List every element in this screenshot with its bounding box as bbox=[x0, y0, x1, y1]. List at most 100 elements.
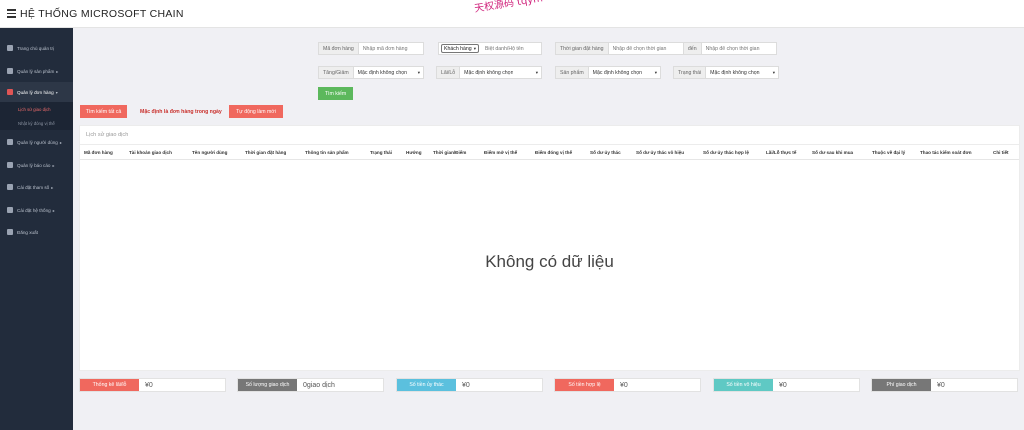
chevron-down-icon: ▾ bbox=[535, 69, 538, 75]
sidebar-item-logout[interactable]: Đăng xuất bbox=[0, 222, 73, 242]
column-header[interactable]: Chi tiết bbox=[993, 145, 1009, 160]
pnl-filter: Lãi/Lỗ Mặc định không chọn ▾ bbox=[436, 66, 542, 79]
product-label: Sản phẩm bbox=[556, 67, 589, 78]
chevron-right-icon: ▸ bbox=[59, 139, 62, 145]
sidebar-item-system-settings[interactable]: Cài đặt hệ thống ▸ bbox=[0, 200, 73, 220]
search-button[interactable]: Tìm kiếm bbox=[318, 87, 353, 100]
customer-filter: Khách hàng ▾ bbox=[438, 42, 542, 55]
column-header[interactable]: Số dư ủy thác hợp lệ bbox=[703, 145, 749, 160]
column-header[interactable]: Lãi/Lỗ thực tế bbox=[766, 145, 796, 160]
time-from-input[interactable] bbox=[608, 43, 683, 54]
stat-label: Phí giao dịch bbox=[872, 379, 931, 391]
sidebar-item-label: Quản lý người dùng bbox=[17, 139, 58, 145]
top-bar: HỆ THỐNG MICROSOFT CHAIN 天权源码 tqym bbox=[0, 0, 1024, 28]
stat-value: ¥0 bbox=[145, 381, 153, 389]
customer-type-value: Khách hàng bbox=[444, 45, 472, 52]
sliders-icon bbox=[7, 184, 13, 190]
chevron-down-icon: ▾ bbox=[417, 69, 420, 75]
stat-valid-amount: Số tiền hợp lệ ¥0 bbox=[554, 378, 701, 392]
stat-value: 0giao dịch bbox=[303, 381, 335, 389]
product-value: Mặc định không chọn bbox=[592, 69, 642, 76]
column-header[interactable]: Thao tác kiểm soát đơn bbox=[920, 145, 972, 160]
dashboard-icon bbox=[7, 45, 13, 51]
stat-label: Số tiền vô hiệu bbox=[714, 379, 773, 391]
stat-profit-loss: Thống kê lãi/lỗ ¥0 bbox=[79, 378, 226, 392]
gear-icon bbox=[7, 207, 13, 213]
order-time-filter: Thời gian đặt hàng đến bbox=[555, 42, 777, 55]
column-header[interactable]: Điểm đóng vị thế bbox=[535, 145, 572, 160]
stat-trade-fee: Phí giao dịch ¥0 bbox=[871, 378, 1018, 392]
pnl-select[interactable]: Mặc định không chọn ▾ bbox=[460, 67, 541, 78]
column-header[interactable]: Thông tin sản phẩm bbox=[305, 145, 349, 160]
product-filter: Sản phẩm Mặc định không chọn ▾ bbox=[555, 66, 661, 79]
order-time-label: Thời gian đặt hàng bbox=[556, 43, 609, 54]
chevron-right-icon: ▸ bbox=[56, 68, 59, 74]
stat-invalid-amount: Số tiền vô hiệu ¥0 bbox=[713, 378, 860, 392]
column-header[interactable]: Mã đơn hàng bbox=[84, 145, 113, 160]
sidebar-subitem-close-log[interactable]: Nhật ký đóng vị thế bbox=[0, 116, 73, 130]
user-icon bbox=[7, 139, 13, 145]
sidebar-item-reports[interactable]: Quản lý báo cáo ▸ bbox=[0, 155, 73, 175]
sidebar-item-products[interactable]: Quản lý sản phẩm ▸ bbox=[0, 61, 73, 81]
status-filter: Trạng thái Mặc định không chọn ▾ bbox=[673, 66, 779, 79]
chart-icon bbox=[7, 162, 13, 168]
chevron-right-icon: ▸ bbox=[51, 184, 54, 190]
chevron-down-icon: ▾ bbox=[654, 69, 657, 75]
chevron-right-icon: ▸ bbox=[52, 207, 55, 213]
order-code-filter: Mã đơn hàng bbox=[318, 42, 424, 55]
sidebar-subitem-trade-history[interactable]: Lịch sử giao dịch bbox=[0, 102, 73, 116]
empty-state-text: Không có dữ liệu bbox=[485, 252, 614, 271]
sidebar-item-label: Cài đặt hệ thống bbox=[17, 207, 51, 213]
direction-value: Mặc định không chọn bbox=[357, 69, 407, 76]
direction-select[interactable]: Mặc định không chọn ▾ bbox=[353, 67, 423, 78]
customer-name-input[interactable] bbox=[480, 43, 541, 54]
stat-label: Số lượng giao dịch bbox=[238, 379, 297, 391]
chevron-down-icon: ▾ bbox=[473, 45, 476, 51]
stat-label: Số tiền ủy thác bbox=[397, 379, 456, 391]
app-title: HỆ THỐNG MICROSOFT CHAIN bbox=[20, 8, 184, 20]
column-header[interactable]: Trạng thái bbox=[370, 145, 392, 160]
stat-value: ¥0 bbox=[620, 381, 628, 389]
pnl-label: Lãi/Lỗ bbox=[437, 67, 461, 78]
sidebar-item-label: Quản lý sản phẩm bbox=[17, 68, 55, 74]
column-header[interactable]: Thời gian đặt hàng bbox=[245, 145, 286, 160]
column-header[interactable]: Tài khoản giao dịch bbox=[129, 145, 172, 160]
logout-icon bbox=[7, 229, 13, 235]
product-select[interactable]: Mặc định không chọn ▾ bbox=[588, 67, 660, 78]
sidebar-item-dashboard[interactable]: Trang chủ quản trị bbox=[0, 38, 73, 58]
sidebar-item-parameters[interactable]: Cài đặt tham số ▸ bbox=[0, 177, 73, 197]
menu-icon[interactable] bbox=[7, 9, 16, 18]
column-header[interactable]: Thời gian/Điểm bbox=[433, 145, 466, 160]
column-header[interactable]: Tên người dùng bbox=[192, 145, 227, 160]
column-header[interactable]: Số dư sau khi mua bbox=[812, 145, 853, 160]
time-to-input[interactable] bbox=[701, 43, 776, 54]
order-code-label: Mã đơn hàng bbox=[319, 43, 359, 54]
chevron-down-icon: ▾ bbox=[55, 89, 58, 95]
table-header: Mã đơn hàng Tài khoản giao dịch Tên ngườ… bbox=[80, 145, 1019, 160]
sidebar-item-orders[interactable]: Quản lý đơn hàng ▾ bbox=[0, 82, 73, 102]
direction-label: Tăng/Giảm bbox=[319, 67, 354, 78]
column-header[interactable]: Hướng bbox=[406, 145, 422, 160]
stat-value: ¥0 bbox=[779, 381, 787, 389]
sidebar-item-label: Trang chủ quản trị bbox=[17, 45, 55, 51]
sidebar-item-label: Đăng xuất bbox=[17, 229, 38, 235]
customer-type-select[interactable]: Khách hàng ▾ bbox=[441, 44, 479, 53]
sidebar-item-users[interactable]: Quản lý người dùng ▸ bbox=[0, 132, 73, 152]
sidebar-item-label: Quản lý báo cáo bbox=[17, 162, 51, 168]
column-header[interactable]: Số dư ủy thác vô hiệu bbox=[636, 145, 684, 160]
auto-refresh-button[interactable]: Tự động làm mới bbox=[229, 105, 283, 118]
stat-trade-count: Số lượng giao dịch 0giao dịch bbox=[237, 378, 384, 392]
search-all-button[interactable]: Tìm kiếm tất cả bbox=[80, 105, 127, 118]
status-select[interactable]: Mặc định không chọn ▾ bbox=[706, 67, 778, 78]
sidebar-item-label: Cài đặt tham số bbox=[17, 184, 50, 190]
sidebar-item-label: Quản lý đơn hàng bbox=[17, 89, 54, 95]
watermark-text: 天权源码 tqym bbox=[473, 0, 544, 15]
status-value: Mặc định không chọn bbox=[710, 69, 760, 76]
column-header[interactable]: Thuộc về đại lý bbox=[872, 145, 905, 160]
sidebar: Trang chủ quản trị Quản lý sản phẩm ▸ Qu… bbox=[0, 28, 73, 430]
column-header[interactable]: Điểm mở vị thế bbox=[484, 145, 517, 160]
column-header[interactable]: Số dư ủy thác bbox=[590, 145, 621, 160]
pnl-value: Mặc định không chọn bbox=[464, 69, 514, 76]
order-code-input[interactable] bbox=[358, 43, 423, 54]
stat-value: ¥0 bbox=[937, 381, 945, 389]
